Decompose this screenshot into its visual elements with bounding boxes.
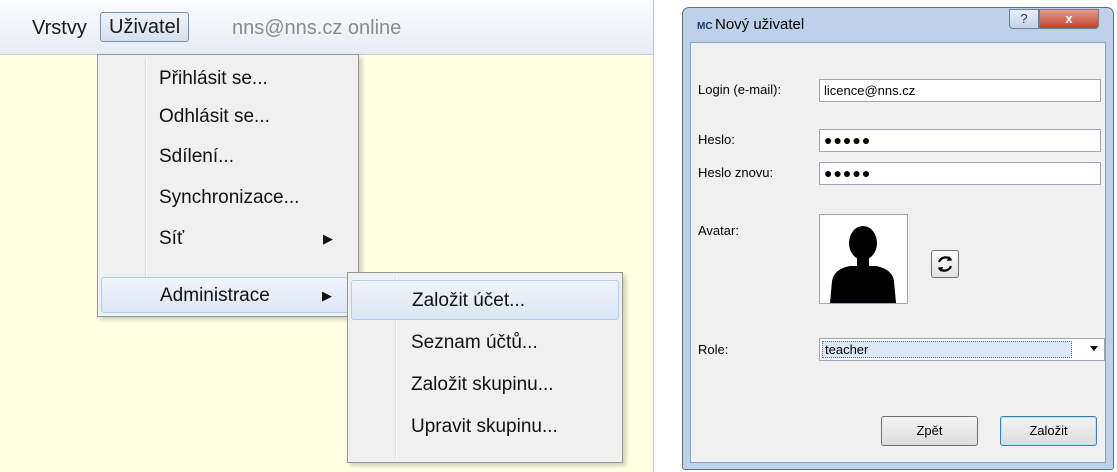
avatar-label: Avatar: [698,223,739,238]
dialog-body: Login (e-mail): licence@nns.cz Heslo: ●●… [690,42,1106,463]
menu-item-network[interactable]: Síť ▶ [101,221,355,257]
user-silhouette-icon [830,226,896,303]
dialog-titlebar[interactable]: MC Nový uživatel ? x [683,8,1113,42]
submenu-item-account-list[interactable]: Seznam účtů... [351,323,619,363]
help-icon: ? [1020,11,1028,26]
create-button[interactable]: Založit [1000,416,1097,446]
login-email-input[interactable]: licence@nns.cz [819,79,1101,102]
menu-bar: Vrstvy Uživatel nns@nns.cz online [0,0,653,55]
menu-item-label: Odhlásit se... [159,106,270,127]
menu-item-logout[interactable]: Odhlásit se... [101,99,355,135]
role-select[interactable]: teacher [819,338,1105,361]
online-status: nns@nns.cz online [232,17,402,39]
menu-item-label: Upravit skupinu... [411,416,558,437]
menu-item-sharing[interactable]: Sdílení... [101,139,355,175]
password-input[interactable]: ●●●●● [819,129,1101,152]
menu-item-label: Založit účet... [412,290,525,311]
submenu-arrow-icon: ▶ [323,231,333,246]
password-again-label: Heslo znovu: [698,165,774,180]
dialog-title: Nový uživatel [715,16,805,33]
submenu-item-create-account[interactable]: Založit účet... [351,280,619,320]
new-user-dialog: MC Nový uživatel ? x Login (e-mail): lic… [682,7,1114,470]
back-button[interactable]: Zpět [881,416,978,446]
role-label: Role: [698,342,729,357]
menu-item-label: Administrace [160,285,270,306]
submenu-item-create-group[interactable]: Založit skupinu... [351,365,619,405]
role-selected-value: teacher [822,341,1072,358]
chevron-down-icon [1090,346,1098,351]
menu-vrstvy[interactable]: Vrstvy [24,14,95,42]
menu-item-label: Sdílení... [159,146,234,167]
avatar-refresh-button[interactable] [931,250,959,278]
menu-item-label: Založit skupinu... [411,374,554,395]
user-menu-dropdown: Přihlásit se... Odhlásit se... Sdílení..… [97,54,359,317]
avatar-image[interactable] [819,214,908,304]
menu-item-label: Přihlásit se... [159,68,268,89]
password-again-input[interactable]: ●●●●● [819,162,1101,185]
app-logo-icon: MC [697,21,713,32]
menu-uzivatel[interactable]: Uživatel [100,12,190,42]
menu-item-administration[interactable]: Administrace ▶ [101,277,355,313]
submenu-item-edit-group[interactable]: Upravit skupinu... [351,407,619,447]
login-label: Login (e-mail): [698,82,782,97]
app-window: Vrstvy Uživatel nns@nns.cz online Přihlá… [0,0,654,472]
admin-submenu: Založit účet... Seznam účtů... Založit s… [347,272,623,463]
menu-item-sync[interactable]: Synchronizace... [101,180,355,216]
submenu-arrow-icon: ▶ [322,288,332,303]
menu-item-label: Síť [159,228,185,249]
menu-item-label: Synchronizace... [159,187,300,208]
password-label: Heslo: [698,132,735,147]
close-icon: x [1065,11,1073,26]
menu-item-login[interactable]: Přihlásit se... [101,61,355,97]
close-button[interactable]: x [1039,9,1099,29]
help-button[interactable]: ? [1009,9,1039,29]
refresh-icon [937,256,953,272]
menu-item-label: Seznam účtů... [411,332,538,353]
